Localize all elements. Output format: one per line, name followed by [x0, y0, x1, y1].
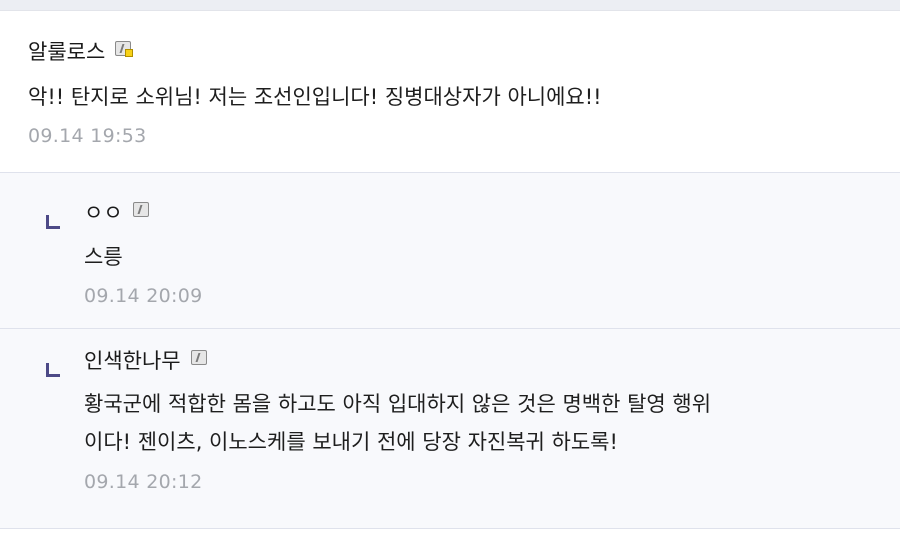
reply-text: 스릉 — [84, 245, 123, 269]
reply-arrow-icon — [46, 363, 60, 377]
gallog-icon[interactable] — [132, 202, 151, 218]
reply-item: ㅇㅇ 스릉 09.14 20:09 — [0, 173, 900, 329]
top-divider — [0, 0, 900, 11]
gallog-icon[interactable] — [115, 41, 134, 57]
reply-nickname[interactable]: 인색한나무 — [84, 347, 181, 375]
comment-item: 알룰로스 악!! 탄지로 소위님! 저는 조선인입니다! 징병대상자가 아니에요… — [0, 11, 900, 173]
gallog-icon[interactable] — [190, 350, 209, 366]
reply-text-line: 황국군에 적합한 몸을 하고도 아직 입대하지 않은 것은 명백한 탈영 행위 — [84, 392, 712, 416]
reply-text: 황국군에 적합한 몸을 하고도 아직 입대하지 않은 것은 명백한 탈영 행위 … — [84, 385, 900, 461]
reply-timestamp: 09.14 20:12 — [84, 471, 203, 493]
reply-timestamp: 09.14 20:09 — [84, 285, 203, 307]
comment-nickname[interactable]: 알룰로스 — [28, 38, 105, 66]
comment-timestamp: 09.14 19:53 — [28, 125, 147, 147]
reply-text-line: 이다! 젠이츠, 이노스케를 보내기 전에 당장 자진복귀 하도록! — [84, 430, 618, 454]
reply-arrow-icon — [46, 215, 60, 229]
reply-nickname[interactable]: ㅇㅇ — [84, 199, 123, 227]
reply-item: 인색한나무 황국군에 적합한 몸을 하고도 아직 입대하지 않은 것은 명백한 … — [0, 329, 900, 529]
comment-text: 악!! 탄지로 소위님! 저는 조선인입니다! 징병대상자가 아니에요!! — [28, 85, 602, 109]
